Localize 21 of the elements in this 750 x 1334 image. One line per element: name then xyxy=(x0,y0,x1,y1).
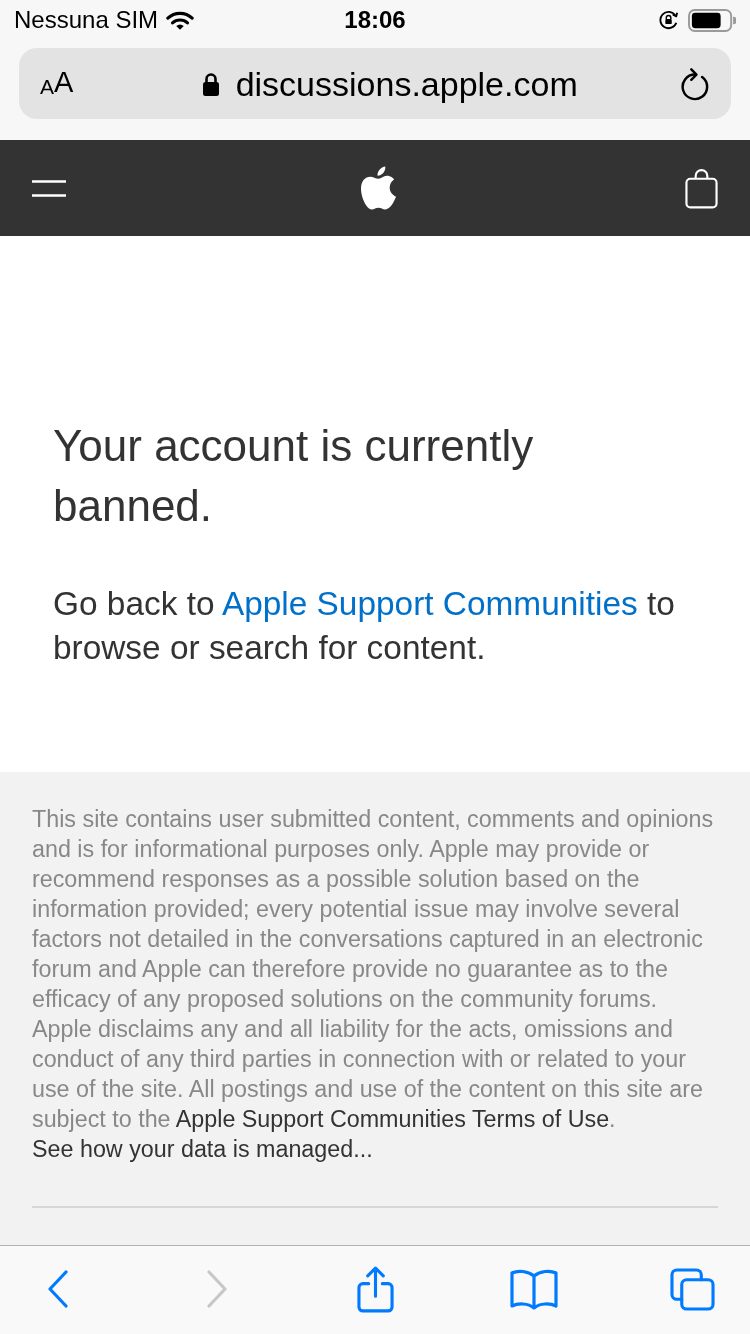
clock-text: 18:06 xyxy=(344,8,406,32)
message-text: Go back to Apple Support Communities to browse or search for content. xyxy=(53,584,676,668)
wifi-icon xyxy=(166,9,195,31)
back-chevron-icon[interactable] xyxy=(47,1270,69,1308)
rotation-lock-icon xyxy=(658,10,680,30)
share-icon[interactable] xyxy=(356,1265,394,1313)
menu-icon[interactable] xyxy=(32,179,66,197)
book-icon[interactable] xyxy=(509,1268,558,1310)
apple-icon[interactable] xyxy=(361,166,396,210)
heading: Your account is currently banned. xyxy=(53,420,535,532)
lock-icon xyxy=(201,71,220,96)
link[interactable]: See how your data is managed... xyxy=(32,1136,373,1162)
carrier-text: Nessuna SIM xyxy=(14,8,159,32)
url-text[interactable]: discussions.apple.com xyxy=(235,66,578,101)
link[interactable]: Apple Support Communities Terms of Use xyxy=(175,1106,610,1132)
battery-icon xyxy=(688,8,736,32)
disclaimer-text: This site contains user submitted content, comments and opinions and is for informational purposes only. Apple may provide or recommend responses as a possible solution based on the information provided; every potential issue may involve several factors not detailed in the conversations captured in an electronic forum and Apple can therefore provide no guarantee as to the efficacy of any proposed solutions on the community forums. Apple disclaims any and all liability for the acts, omissions and conduct of any third parties in connection with or related to your use of the site. All postings and use of the content on this site are subject to the Apple Support Communities Terms of Use. See how your data is managed... xyxy=(32,805,715,1164)
shopping-bag-icon[interactable] xyxy=(685,167,718,209)
text-size-button[interactable]: AA xyxy=(40,68,74,99)
link[interactable]: Apple Support Communities xyxy=(221,585,638,622)
tabs-icon[interactable] xyxy=(669,1267,715,1311)
